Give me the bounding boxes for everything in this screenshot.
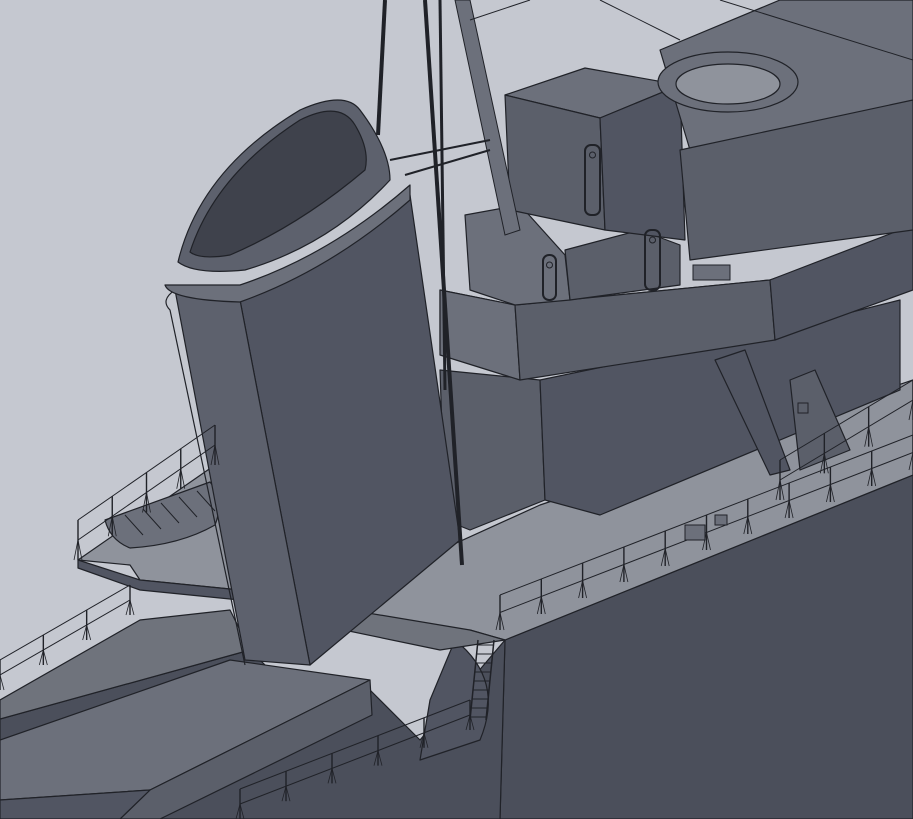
deck-fitting: [714, 514, 728, 526]
cad-viewport[interactable]: [0, 0, 913, 819]
chart-house-front: [504, 94, 606, 231]
ship-model-render: [0, 0, 913, 819]
director-ring-inner: [675, 63, 781, 105]
deck-fitting: [692, 264, 731, 281]
deck-fitting: [684, 524, 706, 541]
